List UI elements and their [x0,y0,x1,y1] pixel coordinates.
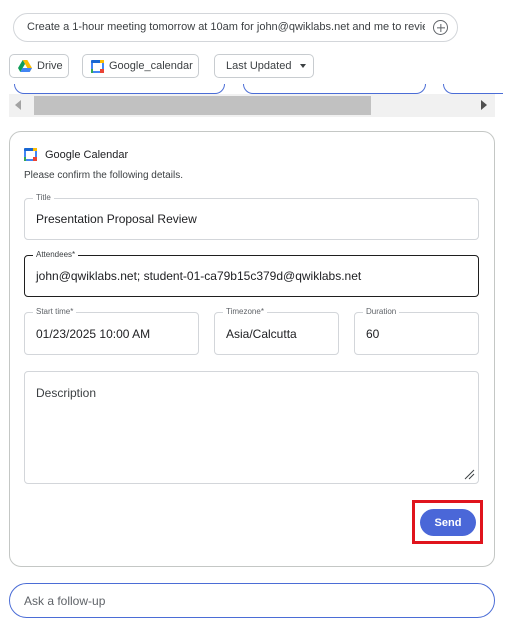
timezone-field-label: Timezone* [223,307,267,317]
plus-circle-icon[interactable] [433,20,448,35]
timezone-field[interactable]: Timezone* Asia/Calcutta [214,307,339,355]
sort-dropdown[interactable]: Last Updated [214,54,314,78]
duration-field[interactable]: Duration 60 [354,307,479,355]
attendees-field[interactable]: Attendees* john@qwiklabs.net; student-01… [24,250,479,297]
google-drive-icon [18,60,32,72]
sort-dropdown-label: Last Updated [226,60,292,72]
card-header: Google Calendar [24,148,128,161]
carousel-card-peek[interactable] [14,84,225,94]
title-field[interactable]: Title Presentation Proposal Review [24,193,479,240]
send-button-highlight: Send [412,500,483,544]
drive-chip-label: Drive [37,60,63,72]
followup-input[interactable] [24,593,464,609]
start-time-field[interactable]: Start time* 01/23/2025 10:00 AM [24,307,199,355]
carousel-card-peek[interactable] [243,84,426,94]
calendar-chip-label: Google_calendar [109,60,193,72]
google-calendar-icon [91,59,104,73]
send-button[interactable]: Send [420,509,476,536]
horizontal-scrollbar[interactable] [9,94,495,117]
google-calendar-filter-chip[interactable]: Google_calendar [82,54,199,78]
attendees-field-label: Attendees* [33,250,79,260]
title-field-value: Presentation Proposal Review [36,212,197,226]
followup-box[interactable] [9,583,495,618]
duration-field-value: 60 [366,327,380,341]
scroll-right-arrow-icon[interactable] [481,100,487,110]
carousel-card-peek[interactable] [443,84,503,94]
drive-filter-chip[interactable]: Drive [9,54,69,78]
attendees-field-value: john@qwiklabs.net; student-01-ca79b15c37… [36,269,362,283]
description-textarea[interactable]: Description [24,371,479,484]
start-time-field-label: Start time* [33,307,77,317]
query-text: Create a 1-hour meeting tomorrow at 10am… [27,21,425,33]
card-title: Google Calendar [45,148,129,161]
resize-handle-icon[interactable] [464,469,475,480]
start-time-field-value: 01/23/2025 10:00 AM [36,327,151,341]
scroll-left-arrow-icon[interactable] [15,100,21,110]
caret-down-icon [300,64,307,68]
duration-field-label: Duration [363,307,400,317]
query-pill[interactable]: Create a 1-hour meeting tomorrow at 10am… [13,13,458,42]
google-calendar-icon [24,148,37,161]
timezone-field-value: Asia/Calcutta [226,327,297,341]
confirm-instruction: Please confirm the following details. [24,170,183,181]
scrollbar-thumb[interactable] [34,96,371,115]
description-placeholder: Description [36,386,97,400]
title-field-label: Title [33,193,54,203]
